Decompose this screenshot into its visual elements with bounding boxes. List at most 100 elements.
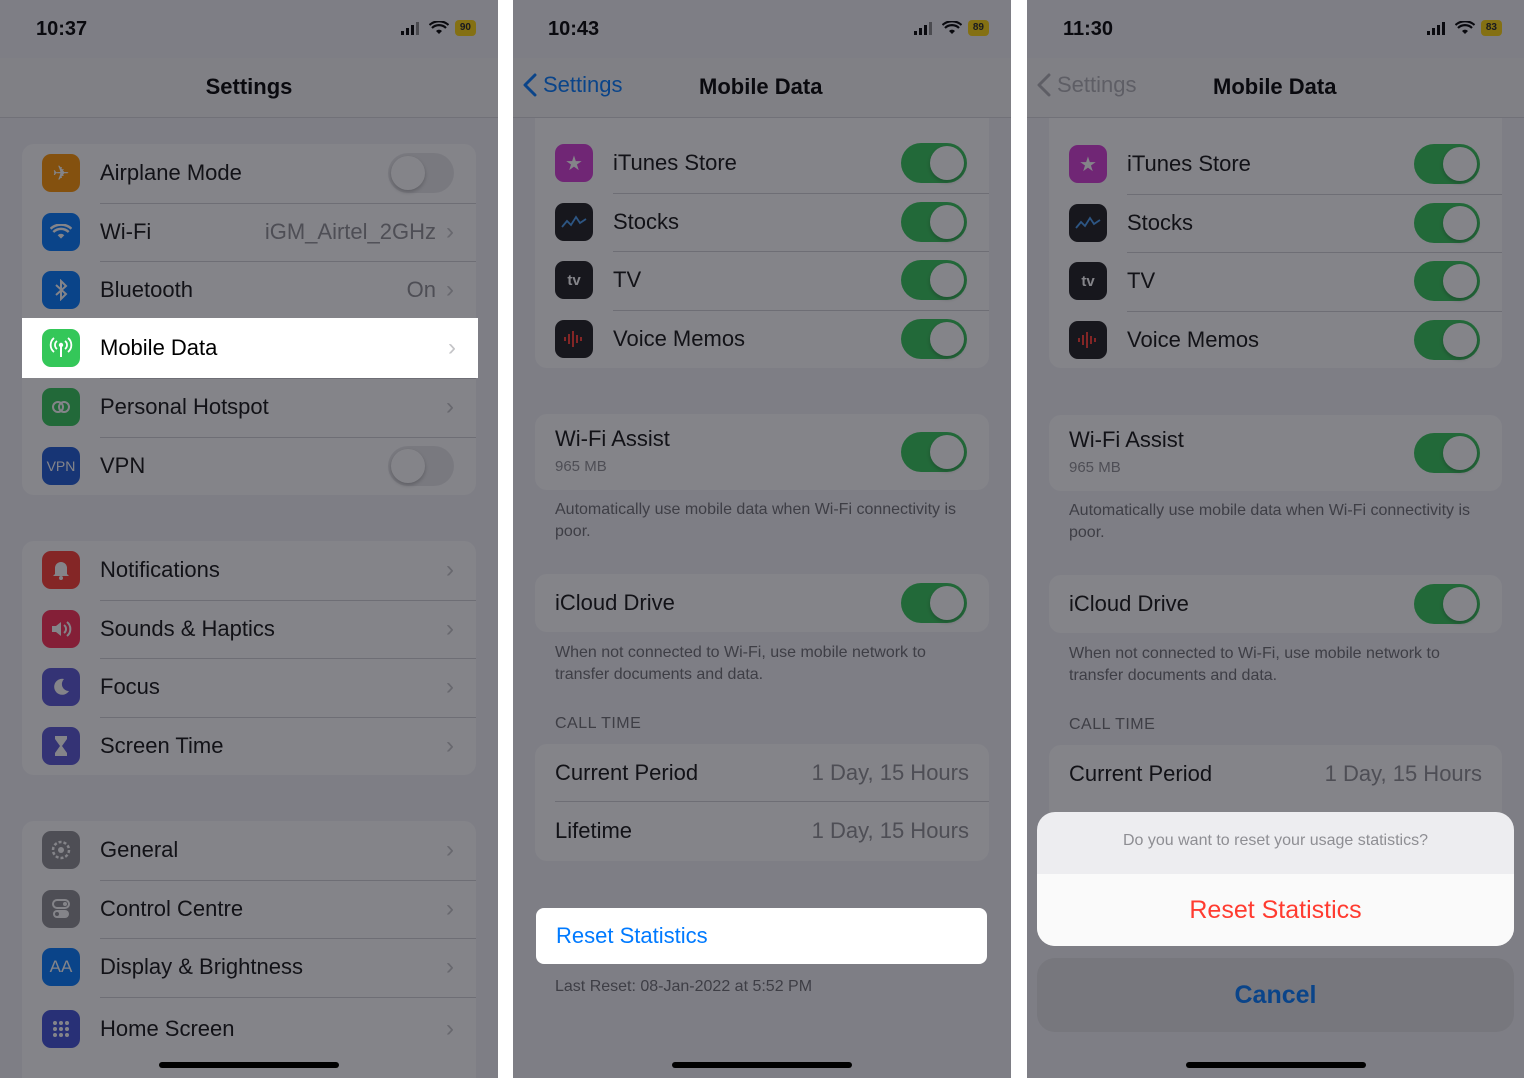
itunes-toggle[interactable] [901,143,967,184]
page-title: Mobile Data [1213,74,1337,99]
status-time: 10:43 [548,18,600,40]
settings-row-notifications[interactable]: Notifications › [22,541,476,600]
reset-statistics-button[interactable]: Reset Statistics [536,908,987,964]
chevron-left-icon [1037,73,1051,97]
icloud-drive-toggle[interactable] [901,583,967,623]
row-label: TV [1127,268,1156,294]
home-indicator [1185,1062,1366,1068]
chevron-right-icon: › [446,393,454,421]
tv-toggle[interactable] [901,260,967,301]
itunes-toggle[interactable] [1414,144,1480,185]
icloud-drive-cell: iCloud Drive [1049,575,1502,633]
app-row-tv: tv TV [1049,252,1502,311]
row-label: Sounds & Haptics [100,615,275,641]
stocks-toggle[interactable] [1414,202,1480,243]
wifi-assist-usage: 965 MB [555,458,607,475]
back-button[interactable]: Settings [1037,72,1137,98]
row-label: Stocks [613,208,680,234]
settings-row-bluetooth[interactable]: Bluetooth On › [22,261,476,320]
settings-row-mobile-data[interactable]: Mobile Data › [22,318,478,378]
chevron-right-icon: › [446,1014,454,1042]
chevron-right-icon: › [446,731,454,759]
settings-row-sounds[interactable]: Sounds & Haptics › [22,599,476,659]
hotspot-icon [42,388,80,427]
settings-row-general[interactable]: General › [22,821,476,880]
chevron-left-icon [523,73,537,97]
wifi-assist-toggle[interactable] [901,432,967,472]
notifications-group: Notifications › Sounds & Haptics › Focus › … [22,541,476,775]
lifetime-label: Lifetime [555,818,633,843]
cancel-button[interactable]: Cancel [1037,958,1514,1032]
vpn-icon: VPN [42,446,80,485]
row-label: Personal Hotspot [100,394,269,420]
icloud-drive-footnote: When not connected to Wi-Fi, use mobile … [1069,645,1440,684]
nav-bar: Settings Mobile Data [513,58,1011,118]
settings-row-control-centre[interactable]: Control Centre › [22,879,476,939]
bell-icon [42,551,80,590]
icloud-drive-label: iCloud Drive [555,590,675,615]
call-time-header: CALL TIME [1069,716,1156,733]
voice-memos-toggle[interactable] [901,318,967,359]
back-label: Settings [1057,72,1137,97]
back-button[interactable]: Settings [523,72,623,98]
row-label: Home Screen [100,1015,235,1041]
star-icon: ★ [555,144,593,183]
chevron-right-icon: › [446,556,454,584]
voice-memos-toggle[interactable] [1414,319,1480,360]
row-label: Wi-Fi [100,218,152,244]
app-row-stocks: Stocks [1049,193,1502,253]
settings-row-vpn[interactable]: VPN VPN [22,436,476,496]
waveform-icon [1069,320,1107,359]
tv-toggle[interactable] [1414,261,1480,302]
app-list-group: ★ iTunes Store Stocks tv TV Voice Memos [535,100,989,368]
row-label: General [100,837,179,863]
chevron-right-icon: › [446,217,454,245]
battery-indicator: 89 [967,20,989,36]
icloud-drive-toggle[interactable] [1414,584,1480,624]
stocks-toggle[interactable] [901,201,967,242]
tv-icon: tv [1069,262,1107,301]
settings-screen: 10:37 90 Settings ✈ Airplane Mode Wi-Fi i… [0,0,498,1078]
airplane-mode-toggle[interactable] [388,153,454,194]
row-label: Notifications [100,557,220,583]
chevron-right-icon: › [448,334,456,361]
settings-row-airplane-mode[interactable]: ✈ Airplane Mode [22,144,476,203]
wifi-assist-footnote: Automatically use mobile data when Wi-Fi… [1069,502,1471,541]
status-bar: 11:30 83 [1027,0,1524,58]
wifi-assist-toggle[interactable] [1414,433,1480,473]
vpn-toggle[interactable] [388,445,454,486]
app-row-tv: tv TV [535,251,989,310]
row-label: VPN [100,452,146,478]
row-label: Voice Memos [613,325,746,351]
wifi-assist-label: Wi-Fi Assist [1069,427,1184,452]
tv-icon: tv [555,261,593,300]
settings-row-home-screen[interactable]: Home Screen › [22,996,476,1061]
status-time: 11:30 [1063,18,1114,40]
stocks-icon [1069,203,1107,242]
moon-icon [42,668,80,707]
status-time: 10:37 [36,18,88,40]
signal-icon [1426,22,1445,35]
settings-row-wifi[interactable]: Wi-Fi iGM_Airtel_2GHz › [22,202,476,262]
settings-row-focus[interactable]: Focus › [22,658,476,717]
icloud-drive-footnote: When not connected to Wi-Fi, use mobile … [555,644,926,683]
current-period-label: Current Period [1069,761,1213,786]
last-reset-text: Last Reset: 08-Jan-2022 at 5:52 PM [555,978,813,995]
bluetooth-icon [42,271,80,310]
aa-icon: AA [42,948,80,987]
wifi-icon [42,212,80,251]
lifetime-value: 1 Day, 15 Hours [811,818,969,843]
settings-row-display[interactable]: AA Display & Brightness › [22,938,476,997]
battery-indicator: 83 [1480,20,1502,36]
app-row-voice-memos: Voice Memos [1049,310,1502,369]
wifi-status-icon [428,21,449,34]
row-label: iTunes Store [613,150,737,176]
settings-row-screen-time[interactable]: Screen Time › [22,716,476,776]
wifi-assist-usage: 965 MB [1069,459,1121,476]
wifi-assist-footnote: Automatically use mobile data when Wi-Fi… [555,501,957,540]
page-title: Settings [205,74,293,99]
mobile-data-screen: 10:43 89 Settings Mobile Data ★ iTunes S… [513,0,1011,1078]
reset-statistics-confirm-button[interactable]: Reset Statistics [1037,874,1514,946]
app-row-itunes: ★ iTunes Store [535,134,989,193]
settings-row-personal-hotspot[interactable]: Personal Hotspot › [22,378,476,437]
